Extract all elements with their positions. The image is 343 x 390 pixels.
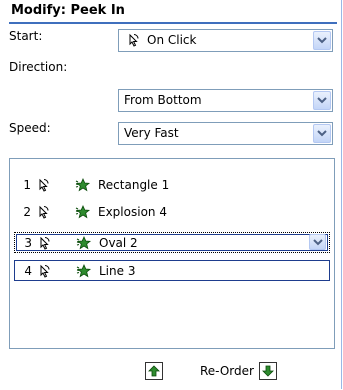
start-dropdown-button[interactable] <box>313 31 331 50</box>
arrow-down-icon <box>262 365 274 377</box>
mouse-click-icon <box>37 236 51 257</box>
item-index: 1 <box>23 178 31 192</box>
list-item-focused[interactable]: 4 Line 3 <box>14 260 330 281</box>
reorder-controls: Re-Order <box>1 361 341 383</box>
list-item[interactable]: 2 Explosion 4 <box>10 202 334 222</box>
item-index: 2 <box>23 205 31 219</box>
start-dropdown[interactable]: On Click <box>118 29 333 52</box>
list-item-selected[interactable]: 3 Oval 2 <box>14 232 330 253</box>
custom-animation-pane: Modify: Peek In Start: On Click Directio… <box>1 0 342 389</box>
chevron-down-icon <box>317 130 327 137</box>
entrance-star-icon <box>75 205 91 225</box>
direction-dropdown[interactable]: From Bottom <box>118 89 333 112</box>
chevron-down-icon <box>317 37 327 44</box>
mouse-click-icon <box>37 264 51 285</box>
item-name: Oval 2 <box>99 236 138 250</box>
entrance-star-icon <box>76 236 92 256</box>
item-name: Line 3 <box>99 264 136 278</box>
speed-label: Speed: <box>9 121 51 135</box>
item-name: Explosion 4 <box>98 205 167 219</box>
speed-dropdown-button[interactable] <box>313 124 331 143</box>
direction-dropdown-button[interactable] <box>313 91 331 110</box>
direction-label: Direction: <box>9 60 68 74</box>
mouse-click-icon <box>126 33 140 55</box>
speed-value: Very Fast <box>124 126 179 140</box>
direction-value: From Bottom <box>124 93 202 107</box>
arrow-up-icon <box>148 365 160 377</box>
item-name: Rectangle 1 <box>98 178 170 192</box>
entrance-star-icon <box>75 178 91 198</box>
list-item[interactable]: 1 Rectangle 1 <box>10 175 334 195</box>
chevron-down-icon <box>317 97 327 104</box>
item-index: 4 <box>24 264 32 278</box>
entrance-star-icon <box>76 264 92 284</box>
item-index: 3 <box>24 236 32 250</box>
chevron-down-icon <box>313 239 323 246</box>
mouse-click-icon <box>36 178 50 199</box>
item-options-dropdown-button[interactable] <box>309 234 326 250</box>
start-label: Start: <box>9 29 43 43</box>
speed-dropdown[interactable]: Very Fast <box>118 122 333 145</box>
animation-order-list[interactable]: 1 Rectangle 1 2 Explosion 4 3 Oval 2 4 L… <box>9 158 335 349</box>
reorder-label: Re-Order <box>200 364 254 378</box>
start-value: On Click <box>147 33 197 47</box>
move-up-button[interactable] <box>145 362 163 380</box>
move-down-button[interactable] <box>259 362 277 380</box>
mouse-click-icon <box>36 205 50 226</box>
pane-title: Modify: Peek In <box>9 0 337 24</box>
